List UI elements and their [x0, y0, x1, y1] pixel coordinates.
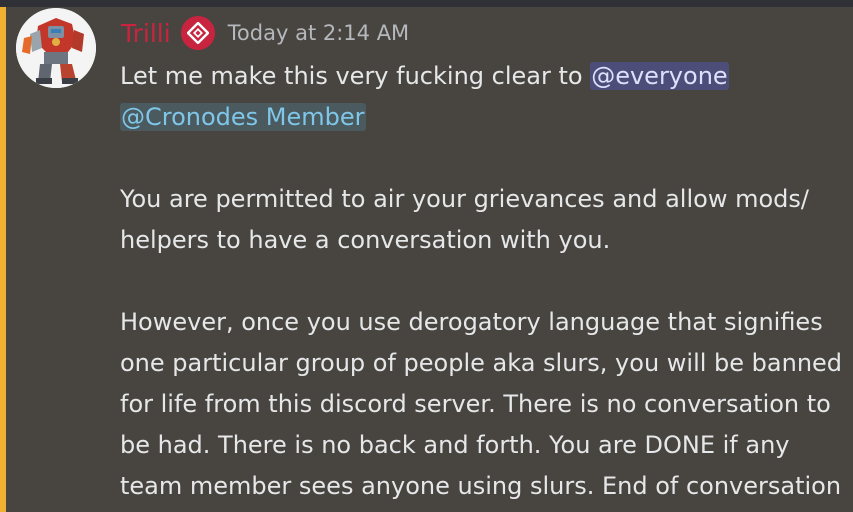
role-badge-icon[interactable] [180, 16, 215, 50]
top-divider-strip [0, 0, 853, 7]
message-content: Let me make this very fucking clear to @… [120, 56, 848, 507]
message-timestamp: Today at 2:14 AM [227, 20, 410, 45]
message-paragraph-2: You are permitted to air your grievances… [120, 185, 809, 254]
message-intro-text: Let me make this very fucking clear to [120, 62, 591, 90]
discord-message-frame: Trilli Today at 2:14 AM Let me make this… [0, 0, 853, 512]
mention-highlight-bar [0, 7, 6, 512]
author-username[interactable]: Trilli [121, 21, 171, 46]
avatar[interactable] [16, 8, 96, 88]
message-line-2: @Cronodes Member [120, 97, 848, 138]
role-mention[interactable]: @Cronodes Member [120, 103, 366, 131]
message-line-1: Let me make this very fucking clear to @… [120, 56, 848, 97]
everyone-mention[interactable]: @everyone [590, 62, 729, 90]
robot-avatar-icon [16, 8, 96, 88]
message-header: Trilli Today at 2:14 AM [121, 14, 409, 52]
message-paragraph-3: However, once you use derogatory languag… [120, 308, 843, 500]
